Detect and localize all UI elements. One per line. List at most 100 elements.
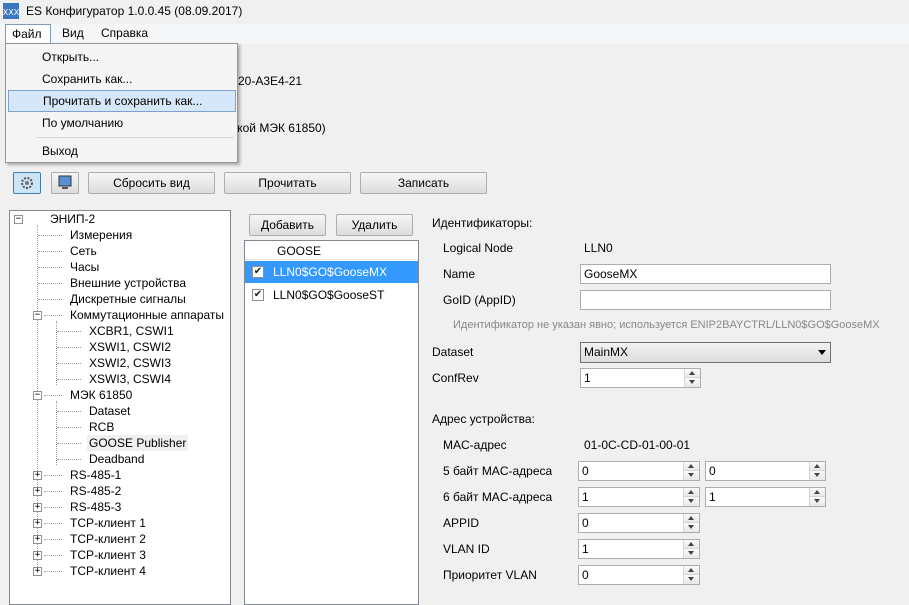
goose-row[interactable]: ✔ LLN0$GO$GooseMX (245, 261, 418, 283)
write-button[interactable]: Записать (360, 172, 487, 194)
tree-node[interactable]: TCP-клиент 4 (70, 563, 146, 579)
byte6-stepper-a[interactable]: 1 (578, 487, 700, 507)
spin-up-button[interactable] (684, 540, 699, 549)
identifiers-heading: Идентификаторы: (432, 216, 533, 230)
confrev-stepper[interactable]: 1 (580, 368, 701, 388)
byte5-stepper-b[interactable]: 0 (705, 461, 826, 481)
dataset-value: MainMX (584, 345, 629, 359)
reset-view-button[interactable]: Сбросить вид (88, 172, 215, 194)
tree-node[interactable]: XSWI1, CSWI2 (89, 339, 171, 355)
menu-defaults[interactable]: По умолчанию (8, 112, 236, 134)
spin-down-button[interactable] (684, 523, 699, 532)
logical-node-label: Logical Node (443, 241, 514, 255)
tree-collapse-switching[interactable]: − (33, 311, 42, 320)
spin-up-button[interactable] (810, 462, 825, 471)
tree-node[interactable]: Внешние устройства (70, 275, 186, 291)
spin-up-button[interactable] (685, 369, 700, 378)
delete-button[interactable]: Удалить (336, 214, 413, 236)
name-input[interactable]: GooseMX (580, 264, 831, 284)
tree-node[interactable]: RS-485-1 (70, 467, 121, 483)
spin-up-button[interactable] (684, 514, 699, 523)
menu-view[interactable]: Вид (56, 24, 90, 43)
appid-stepper[interactable]: 0 (578, 513, 700, 533)
gear-icon (21, 177, 33, 189)
add-button[interactable]: Добавить (249, 214, 326, 236)
priority-stepper[interactable]: 0 (578, 565, 700, 585)
tree-node[interactable]: XCBR1, CSWI1 (89, 323, 174, 339)
vlan-value: 1 (582, 542, 589, 556)
byte6-value-b: 1 (709, 490, 716, 504)
tree-collapse-iec61850[interactable]: − (33, 391, 42, 400)
menu-save-as[interactable]: Сохранить как... (8, 68, 236, 90)
menu-help[interactable]: Справка (95, 24, 154, 43)
tree-node[interactable]: RS-485-2 (70, 483, 121, 499)
spin-up-button[interactable] (810, 488, 825, 497)
tree-node[interactable]: XSWI3, CSWI4 (89, 371, 171, 387)
spin-up-button[interactable] (684, 488, 699, 497)
goid-input[interactable] (580, 290, 831, 310)
address-heading: Адрес устройства: (432, 412, 535, 426)
tree-node[interactable]: TCP-клиент 2 (70, 531, 146, 547)
goose-row-label: LLN0$GO$GooseST (273, 288, 385, 302)
spin-down-button[interactable] (810, 471, 825, 480)
menu-file[interactable]: Файл (5, 24, 51, 43)
tree-node[interactable]: RCB (89, 419, 114, 435)
vlan-stepper[interactable]: 1 (578, 539, 700, 559)
spin-down-button[interactable] (810, 497, 825, 506)
goose-row-checkbox[interactable]: ✔ (252, 289, 264, 301)
tree-node-selected[interactable]: GOOSE Publisher (87, 435, 189, 451)
tree-node[interactable]: Сеть (70, 243, 97, 259)
monitor-icon (58, 175, 72, 189)
settings-view-button[interactable] (13, 172, 41, 194)
menu-open[interactable]: Открыть... (8, 46, 236, 68)
spin-down-button[interactable] (684, 471, 699, 480)
spin-down-button[interactable] (684, 549, 699, 558)
device-id-text: 20-A3E4-21 (238, 74, 303, 88)
tree-node[interactable]: RS-485-3 (70, 499, 121, 515)
tree-expand[interactable]: + (33, 503, 42, 512)
tree-expand[interactable]: + (33, 471, 42, 480)
tree-expand[interactable]: + (33, 535, 42, 544)
tree-node[interactable]: XSWI2, CSWI3 (89, 355, 171, 371)
tree-collapse-root[interactable]: − (14, 215, 23, 224)
window-title: ES Конфигуратор 1.0.0.45 (08.09.2017) (26, 4, 243, 18)
tree-node[interactable]: TCP-клиент 3 (70, 547, 146, 563)
device-view-button[interactable] (51, 172, 79, 194)
spin-down-button[interactable] (684, 575, 699, 584)
tree-node[interactable]: Коммутационные аппараты (70, 307, 224, 323)
tree-expand[interactable]: + (33, 551, 42, 560)
byte5-value-b: 0 (709, 464, 716, 478)
tree-expand[interactable]: + (33, 567, 42, 576)
spin-down-button[interactable] (684, 497, 699, 506)
protocol-text: ккой МЭК 61850) (232, 121, 326, 135)
tree-node[interactable]: Измерения (70, 227, 132, 243)
confrev-value: 1 (584, 371, 591, 385)
byte5-stepper-a[interactable]: 0 (578, 461, 700, 481)
tree-node[interactable]: Dataset (89, 403, 130, 419)
byte6-stepper-b[interactable]: 1 (705, 487, 826, 507)
name-label: Name (443, 267, 476, 281)
tree-node[interactable]: Deadband (89, 451, 144, 467)
goid-label: GoID (AppID) (443, 293, 516, 307)
menu-exit[interactable]: Выход (8, 140, 236, 162)
tree-node[interactable]: МЭК 61850 (70, 387, 132, 403)
byte6-label: 6 байт MAC-адреса (443, 490, 553, 504)
mac-label: MAC-адрес (443, 438, 507, 452)
tree-expand[interactable]: + (33, 519, 42, 528)
read-button[interactable]: Прочитать (224, 172, 351, 194)
goose-row[interactable]: ✔ LLN0$GO$GooseST (245, 284, 418, 306)
tree-node-root[interactable]: ЭНИП-2 (50, 211, 95, 227)
spin-up-button[interactable] (684, 462, 699, 471)
spin-up-button[interactable] (684, 566, 699, 575)
tree-node[interactable]: Дискретные сигналы (70, 291, 186, 307)
goose-row-checkbox[interactable]: ✔ (252, 266, 264, 278)
dataset-select[interactable]: MainMX (580, 342, 831, 363)
file-menu-dropdown: Открыть... Сохранить как... Прочитать и … (5, 43, 238, 163)
confrev-label: ConfRev (432, 371, 479, 385)
tree-node[interactable]: Часы (70, 259, 99, 275)
menu-read-and-save-as[interactable]: Прочитать и сохранить как... (8, 90, 236, 112)
tree-expand[interactable]: + (33, 487, 42, 496)
config-tree[interactable]: − ЭНИП-2 Измерения Сеть Часы Внешние уст… (9, 210, 231, 605)
spin-down-button[interactable] (685, 378, 700, 387)
tree-node[interactable]: TCP-клиент 1 (70, 515, 146, 531)
